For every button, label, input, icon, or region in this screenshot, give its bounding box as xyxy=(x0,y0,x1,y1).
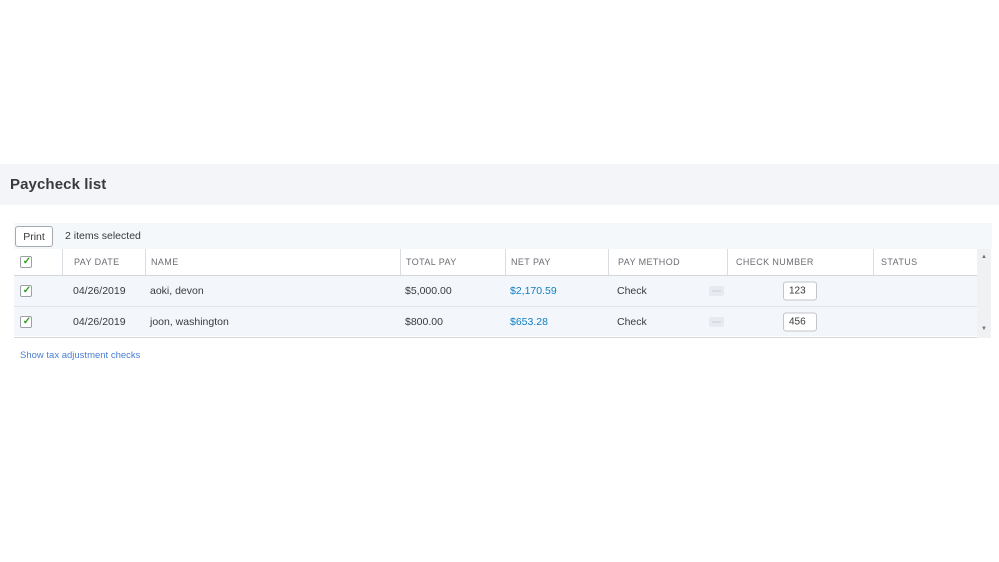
scroll-up-icon[interactable]: ▲ xyxy=(977,251,991,264)
column-header-pay-method: PAY METHOD xyxy=(608,249,727,275)
column-header-status: STATUS xyxy=(873,249,977,275)
show-tax-adjustment-checks-link[interactable]: Show tax adjustment checks xyxy=(20,350,140,361)
net-pay-link[interactable]: $653.28 xyxy=(510,307,548,337)
select-all-checkbox[interactable]: ✓ xyxy=(20,256,32,268)
print-button[interactable]: Print xyxy=(15,226,53,247)
total-pay-cell: $800.00 xyxy=(405,307,443,337)
name-cell: aoki, devon xyxy=(150,276,204,306)
check-number-input[interactable] xyxy=(783,312,817,331)
table-scrollbar[interactable]: ▲ ▼ xyxy=(977,249,991,338)
selection-count-label: 2 items selected xyxy=(65,223,141,249)
check-number-input[interactable] xyxy=(783,282,817,301)
check-icon: ✓ xyxy=(21,256,33,268)
pay-method-cell: Check xyxy=(617,307,647,337)
column-header-total-pay: TOTAL PAY xyxy=(400,249,505,275)
pay-date-cell: 04/26/2019 xyxy=(73,307,126,337)
total-pay-cell: $5,000.00 xyxy=(405,276,452,306)
name-cell: joon, washington xyxy=(150,307,229,337)
column-header-pay-date: PAY DATE xyxy=(62,249,145,275)
pay-method-cell: Check xyxy=(617,276,647,306)
scroll-down-icon[interactable]: ▼ xyxy=(977,323,991,336)
toolbar: Print 2 items selected xyxy=(14,223,992,249)
column-header-name: NAME xyxy=(145,249,400,275)
print-status-icon xyxy=(709,317,724,327)
check-icon: ✓ xyxy=(21,316,33,328)
column-header-check-number: CHECK NUMBER xyxy=(727,249,873,275)
check-icon: ✓ xyxy=(21,285,33,297)
pay-date-cell: 04/26/2019 xyxy=(73,276,126,306)
row-checkbox[interactable]: ✓ xyxy=(20,285,32,297)
net-pay-link[interactable]: $2,170.59 xyxy=(510,276,557,306)
table-bottom-border xyxy=(14,337,977,338)
paycheck-table: ✓ PAY DATE NAME TOTAL PAY NET PAY PAY ME… xyxy=(14,249,977,336)
print-status-icon xyxy=(709,286,724,296)
table-row: ✓ 04/26/2019 aoki, devon $5,000.00 $2,17… xyxy=(14,276,977,306)
table-header-row: ✓ PAY DATE NAME TOTAL PAY NET PAY PAY ME… xyxy=(14,249,977,276)
page-header-band: Paycheck list xyxy=(0,164,999,205)
page-title: Paycheck list xyxy=(10,164,106,205)
column-header-net-pay: NET PAY xyxy=(505,249,608,275)
table-row: ✓ 04/26/2019 joon, washington $800.00 $6… xyxy=(14,306,977,336)
row-checkbox[interactable]: ✓ xyxy=(20,316,32,328)
